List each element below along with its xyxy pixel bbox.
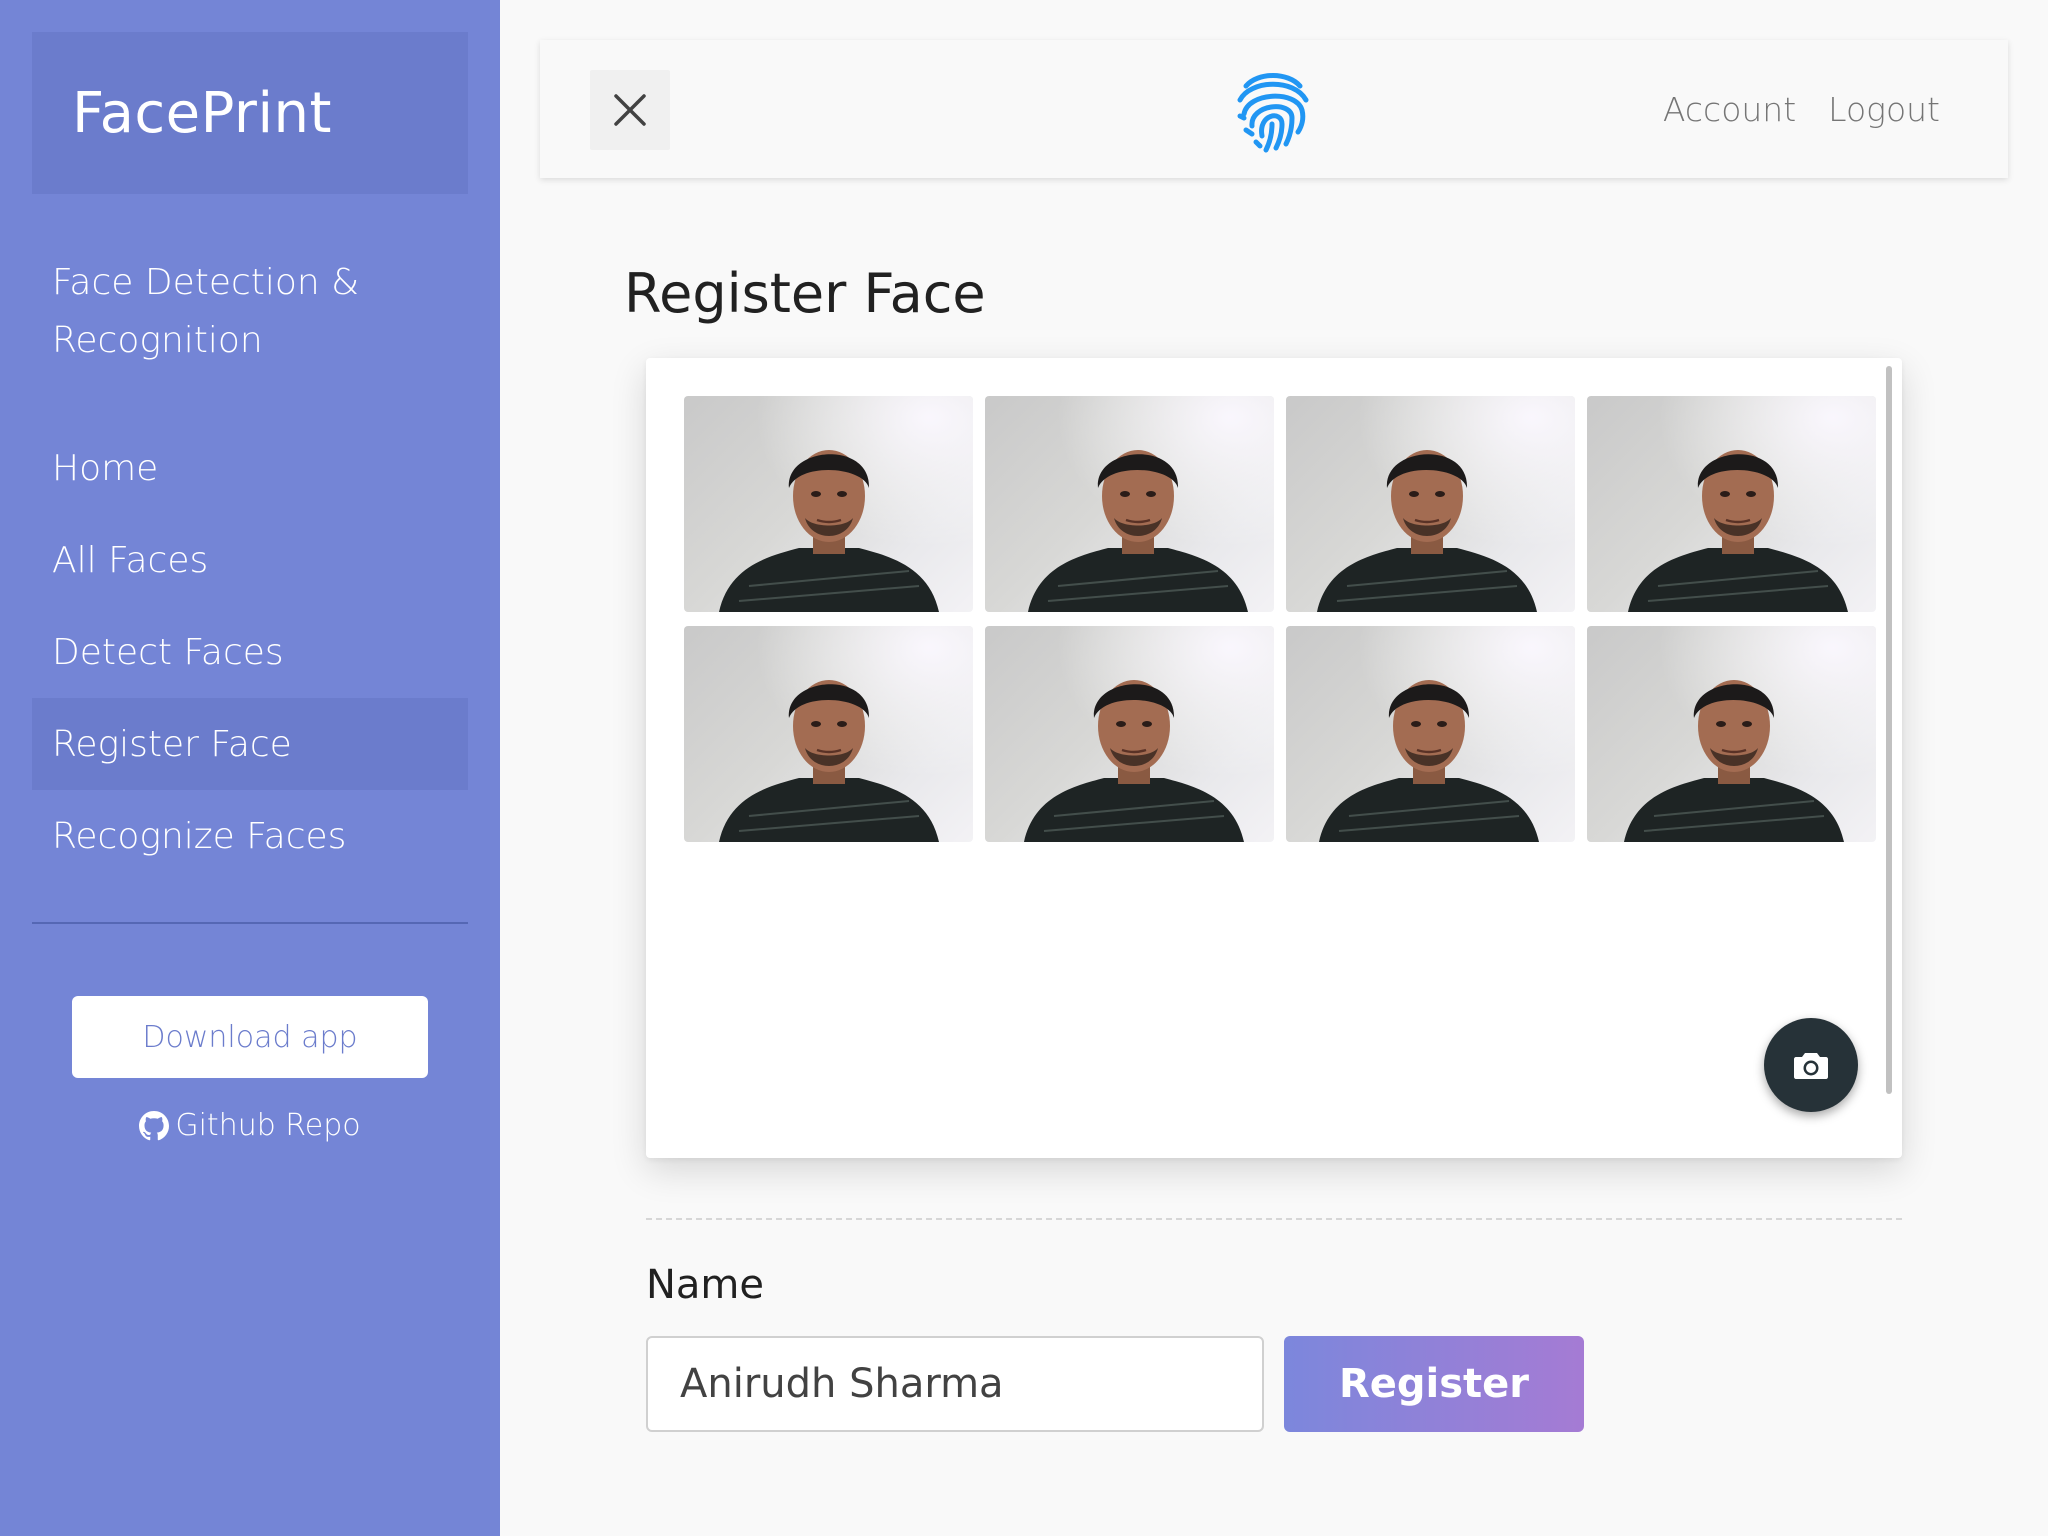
name-label: Name — [646, 1262, 765, 1308]
captured-face-photo[interactable] — [1587, 396, 1876, 612]
close-icon — [614, 94, 646, 126]
captured-face-photo[interactable] — [1286, 396, 1575, 612]
account-link[interactable]: Account — [1663, 90, 1796, 129]
sidebar-nav: Home All Faces Detect Faces Register Fac… — [32, 422, 468, 882]
sidebar-item-home[interactable]: Home — [32, 422, 468, 514]
top-bar: Account Logout — [540, 40, 2008, 178]
captured-face-photo[interactable] — [684, 626, 973, 842]
capture-photo-button[interactable] — [1764, 1018, 1858, 1112]
top-links: Account Logout — [1663, 40, 1940, 178]
fingerprint-icon[interactable] — [1232, 68, 1314, 154]
app-root: FacePrint Face Detection & Recognition H… — [0, 0, 2048, 1536]
github-icon — [139, 1110, 170, 1140]
github-repo-link[interactable]: Github Repo — [0, 1108, 500, 1143]
sidebar: FacePrint Face Detection & Recognition H… — [0, 0, 500, 1536]
sidebar-divider — [32, 922, 468, 924]
panel-scrollbar[interactable] — [1886, 366, 1892, 1094]
sidebar-item-all-faces[interactable]: All Faces — [32, 514, 468, 606]
sidebar-item-register-face[interactable]: Register Face — [32, 698, 468, 790]
captured-face-photo[interactable] — [1286, 626, 1575, 842]
sidebar-item-detect-faces[interactable]: Detect Faces — [32, 606, 468, 698]
photo-grid — [684, 396, 1876, 842]
section-divider — [646, 1218, 1902, 1220]
app-subtitle: Face Detection & Recognition — [52, 262, 360, 361]
captured-face-photo[interactable] — [985, 626, 1274, 842]
download-app-button[interactable]: Download app — [72, 996, 428, 1078]
captured-face-photo[interactable] — [1587, 626, 1876, 842]
photo-panel — [646, 358, 1902, 1158]
close-sidebar-button[interactable] — [590, 70, 670, 150]
page-title: Register Face — [624, 262, 986, 325]
brand-title[interactable]: FacePrint — [32, 32, 468, 194]
captured-face-photo[interactable] — [684, 396, 973, 612]
captured-face-photo[interactable] — [985, 396, 1274, 612]
camera-icon — [1794, 1053, 1828, 1079]
sidebar-item-recognize-faces[interactable]: Recognize Faces — [32, 790, 468, 882]
name-input[interactable] — [646, 1336, 1264, 1432]
register-button[interactable]: Register — [1284, 1336, 1584, 1432]
logout-link[interactable]: Logout — [1828, 90, 1940, 129]
github-repo-label: Github Repo — [175, 1108, 361, 1143]
